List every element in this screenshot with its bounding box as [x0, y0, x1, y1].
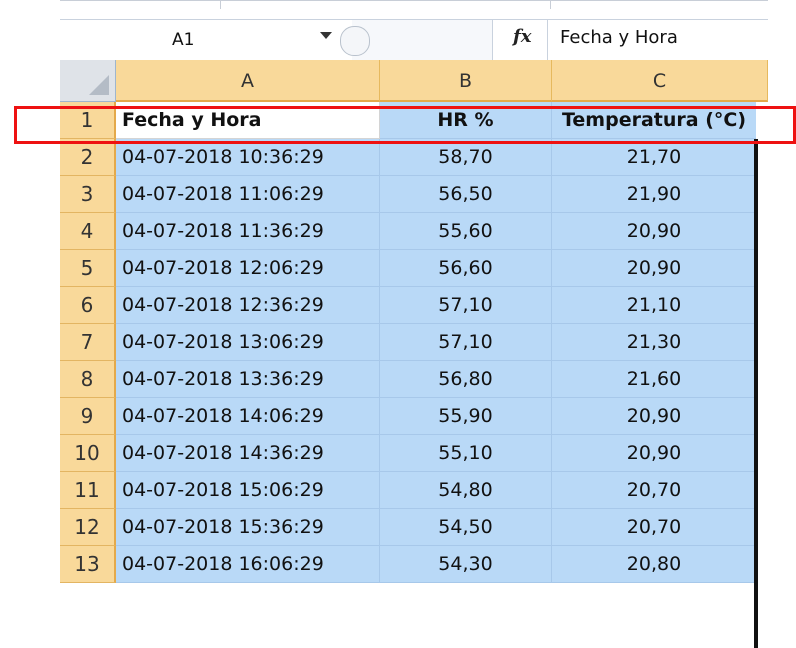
cell-temperatura[interactable]: 20,90 [552, 250, 756, 287]
cell-hr[interactable]: 57,10 [380, 324, 552, 361]
cell-hr[interactable]: 55,90 [380, 398, 552, 435]
row-header[interactable]: 2 [60, 139, 116, 176]
cell-hr[interactable]: 56,60 [380, 250, 552, 287]
cell-c1[interactable]: Temperatura (°C) [552, 102, 756, 139]
row-header[interactable]: 8 [60, 361, 116, 398]
row-header[interactable]: 11 [60, 472, 116, 509]
cell-temperatura[interactable]: 21,30 [552, 324, 756, 361]
formula-bar: A1 fx Fecha y Hora [60, 19, 768, 61]
cell-hr[interactable]: 58,70 [380, 139, 552, 176]
cell-hr[interactable]: 55,60 [380, 213, 552, 250]
cell-fecha[interactable]: 04-07-2018 15:36:29 [116, 509, 380, 546]
cell-hr[interactable]: 55,10 [380, 435, 552, 472]
row-header[interactable]: 5 [60, 250, 116, 287]
cell-temperatura[interactable]: 20,90 [552, 398, 756, 435]
cell-temperatura[interactable]: 20,70 [552, 472, 756, 509]
row-header[interactable]: 1 [60, 102, 116, 139]
cell-fecha[interactable]: 04-07-2018 16:06:29 [116, 546, 380, 583]
cell-fecha[interactable]: 04-07-2018 14:36:29 [116, 435, 380, 472]
selection-border [754, 139, 758, 648]
cell-temperatura[interactable]: 21,60 [552, 361, 756, 398]
cell-temperatura[interactable]: 20,80 [552, 546, 756, 583]
cell-fecha[interactable]: 04-07-2018 12:36:29 [116, 287, 380, 324]
select-all-triangle-icon [89, 75, 109, 95]
cell-fecha[interactable]: 04-07-2018 14:06:29 [116, 398, 380, 435]
formula-input[interactable]: Fecha y Hora [560, 27, 678, 48]
function-icon[interactable]: fx [513, 26, 531, 47]
formula-divider [547, 20, 548, 60]
cell-fecha[interactable]: 04-07-2018 13:06:29 [116, 324, 380, 361]
cell-temperatura[interactable]: 21,70 [552, 139, 756, 176]
cell-temperatura[interactable]: 20,70 [552, 509, 756, 546]
cell-fecha[interactable]: 04-07-2018 10:36:29 [116, 139, 380, 176]
name-box-value: A1 [172, 30, 195, 50]
row-header[interactable]: 13 [60, 546, 116, 583]
column-header-c[interactable]: C [552, 60, 768, 102]
cell-fecha[interactable]: 04-07-2018 11:06:29 [116, 176, 380, 213]
column-header-b[interactable]: B [380, 60, 552, 102]
cell-temperatura[interactable]: 21,10 [552, 287, 756, 324]
cell-temperatura[interactable]: 20,90 [552, 213, 756, 250]
cell-hr[interactable]: 54,30 [380, 546, 552, 583]
row-header[interactable]: 6 [60, 287, 116, 324]
row-header[interactable]: 12 [60, 509, 116, 546]
ribbon-divider [220, 1, 221, 9]
cell-hr[interactable]: 57,10 [380, 287, 552, 324]
cell-fecha[interactable]: 04-07-2018 11:36:29 [116, 213, 380, 250]
spreadsheet-grid[interactable]: A B C 1 Fecha y Hora HR % Temperatura (°C) 2… [60, 60, 768, 648]
row-header[interactable]: 7 [60, 324, 116, 361]
ribbon-divider [550, 1, 551, 9]
cell-fecha[interactable]: 04-07-2018 13:36:29 [116, 361, 380, 398]
cell-hr[interactable]: 56,50 [380, 176, 552, 213]
cell-hr[interactable]: 54,50 [380, 509, 552, 546]
cell-fecha[interactable]: 04-07-2018 12:06:29 [116, 250, 380, 287]
cell-a1[interactable]: Fecha y Hora [116, 102, 380, 139]
ribbon-bottom-edge [60, 0, 768, 19]
cell-hr[interactable]: 56,80 [380, 361, 552, 398]
cell-temperatura[interactable]: 21,90 [552, 176, 756, 213]
formula-bar-controls [352, 20, 493, 60]
chevron-down-icon[interactable] [320, 32, 332, 39]
cell-temperatura[interactable]: 20,90 [552, 435, 756, 472]
cell-fecha[interactable]: 04-07-2018 15:06:29 [116, 472, 380, 509]
row-header[interactable]: 9 [60, 398, 116, 435]
column-header-a[interactable]: A [116, 60, 380, 102]
cell-b1[interactable]: HR % [380, 102, 552, 139]
name-box[interactable]: A1 [60, 24, 316, 54]
formula-bar-grip-icon[interactable] [340, 26, 370, 56]
row-header[interactable]: 4 [60, 213, 116, 250]
row-header[interactable]: 10 [60, 435, 116, 472]
select-all-button[interactable] [60, 60, 116, 102]
row-header[interactable]: 3 [60, 176, 116, 213]
cell-hr[interactable]: 54,80 [380, 472, 552, 509]
